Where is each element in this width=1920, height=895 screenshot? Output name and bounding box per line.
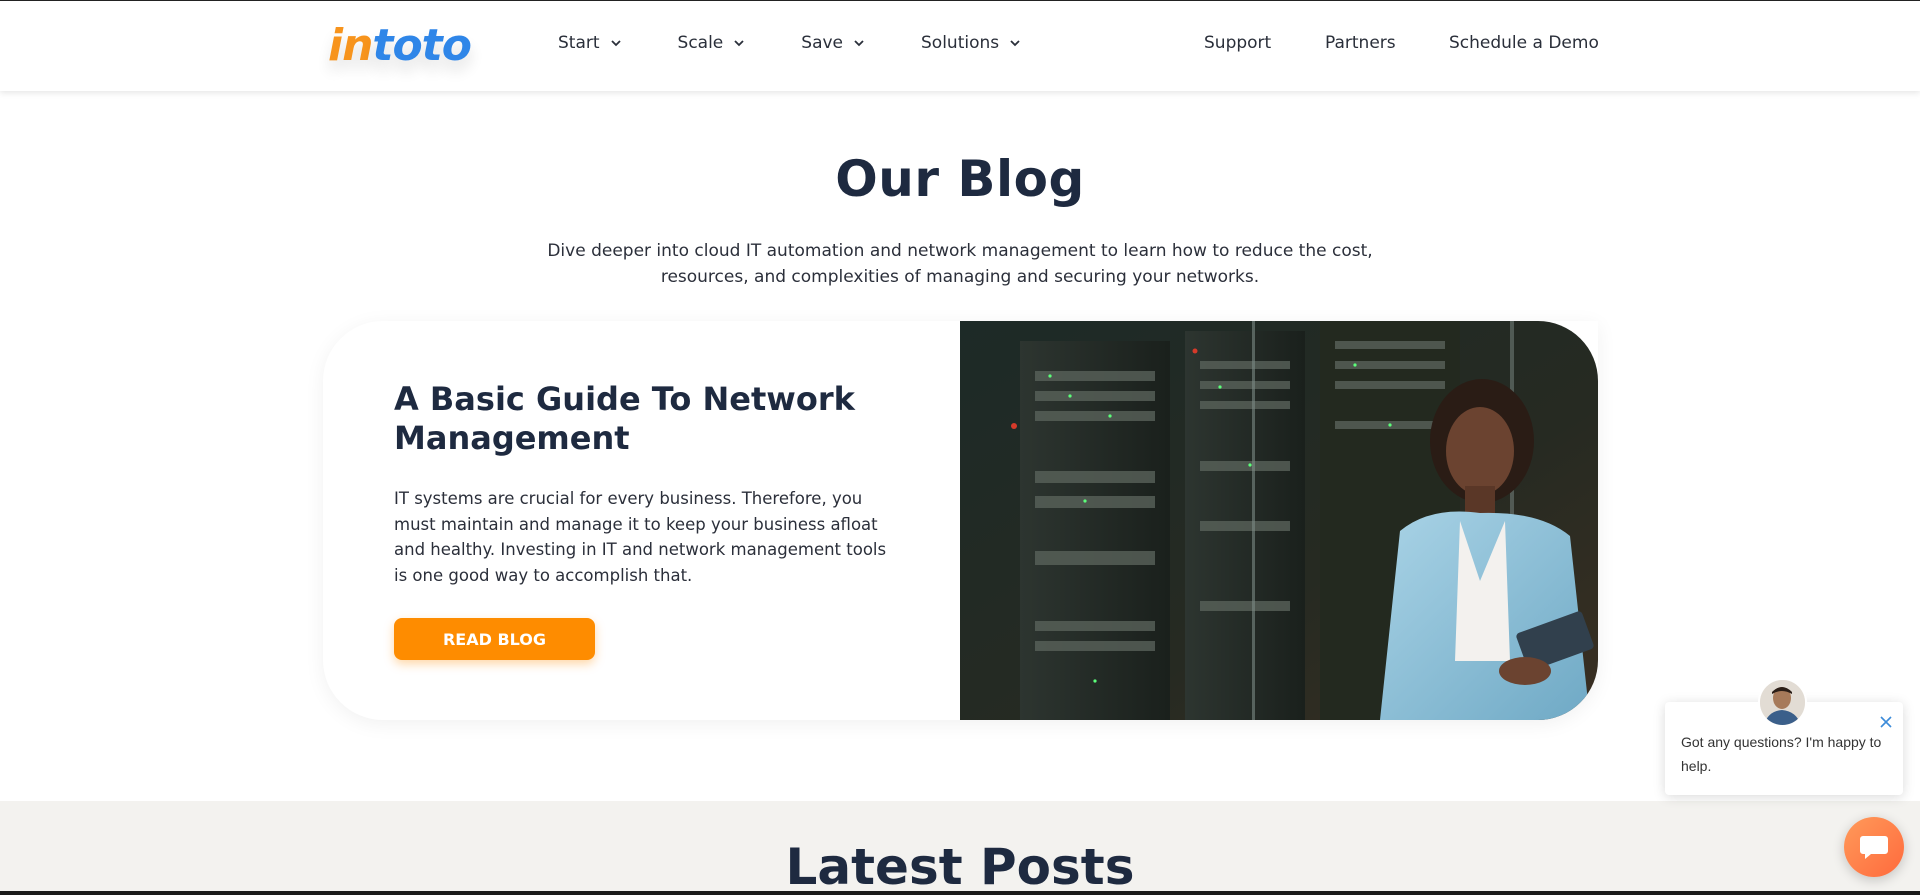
nav-solutions-label: Solutions <box>921 33 1000 53</box>
main-nav: Start Scale Save Solutions <box>558 33 1077 53</box>
page: in toto Start Scale Save Solutions Suppor… <box>0 0 1920 895</box>
chat-agent-avatar <box>1758 678 1807 727</box>
chevron-down-icon <box>610 40 621 47</box>
avatar-icon <box>1760 680 1805 725</box>
chevron-down-icon <box>1010 40 1020 47</box>
read-blog-button[interactable]: READ BLOG <box>394 618 595 660</box>
chevron-down-icon <box>734 40 744 47</box>
featured-blog-excerpt: IT systems are crucial for every busines… <box>394 489 887 585</box>
chat-message: Got any questions? I'm happy to help. <box>1681 734 1882 774</box>
nav-start[interactable]: Start <box>558 33 622 53</box>
nav-scale[interactable]: Scale <box>678 33 746 53</box>
featured-blog-image[interactable] <box>960 321 1598 720</box>
chat-launcher-button[interactable] <box>1844 817 1904 877</box>
nav-partners[interactable]: Partners <box>1325 33 1396 53</box>
featured-blog-title[interactable]: A Basic Guide To Network Management <box>394 380 864 458</box>
latest-posts-title: Latest Posts <box>785 838 1135 895</box>
server-room-photo <box>960 321 1598 720</box>
logo-toto: toto <box>372 19 472 71</box>
page-subtitle: Dive deeper into cloud IT automation and… <box>547 241 1373 287</box>
intoto-logo[interactable]: in toto <box>328 19 472 71</box>
site-header: in toto Start Scale Save Solutions Suppor… <box>0 0 1920 91</box>
page-title: Our Blog <box>835 150 1085 208</box>
close-icon[interactable] <box>1878 714 1894 730</box>
logo-in: in <box>328 19 373 71</box>
nav-scale-label: Scale <box>677 33 724 53</box>
nav-save[interactable]: Save <box>801 33 865 53</box>
nav-support[interactable]: Support <box>1204 33 1271 53</box>
nav-solutions[interactable]: Solutions <box>921 33 1021 53</box>
chevron-down-icon <box>854 40 864 47</box>
nav-save-label: Save <box>801 33 844 53</box>
chat-bubble-icon <box>1860 836 1888 859</box>
nav-start-label: Start <box>558 33 600 53</box>
nav-schedule-demo[interactable]: Schedule a Demo <box>1449 33 1599 53</box>
